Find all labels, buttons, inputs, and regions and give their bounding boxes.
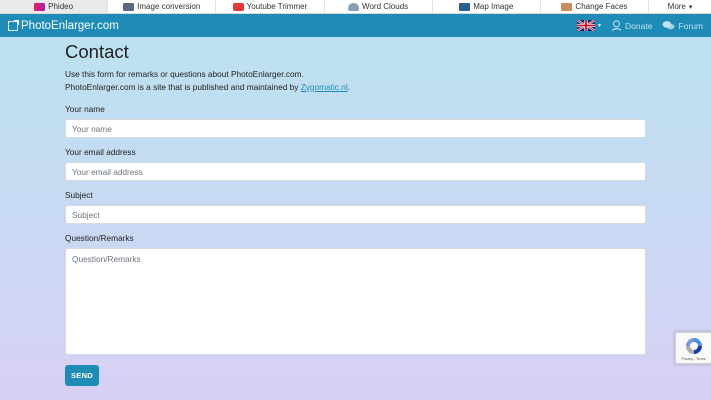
site-link-label: Image conversion [137,2,201,11]
recaptcha-badge[interactable]: Privacy - Terms [675,332,711,364]
recaptcha-icon [685,338,702,354]
subject-input[interactable] [65,205,646,224]
site-link-map-image[interactable]: Map Image [433,0,541,13]
email-label: Your email address [65,147,136,157]
send-button[interactable]: SEND [65,365,99,386]
site-link-label: Phideo [48,2,74,11]
site-link-youtube-trimmer[interactable]: Youtube Trimmer [216,0,325,13]
chevron-down-icon: ▾ [598,23,602,29]
map-icon [459,2,471,11]
intro-suffix: . [347,81,351,92]
intro-line-2: PhotoEnlarger.com is a site that is publ… [65,81,646,94]
site-switcher-bar: Phideo Image conversion Youtube Trimmer … [0,0,711,14]
page-title: Contact [65,41,129,62]
image-conversion-icon [123,2,135,11]
contact-section: Contact Use this form for remarks or que… [65,40,646,386]
intro-prefix: PhotoEnlarger.com is a site that is publ… [65,81,301,92]
site-link-label: Youtube Trimmer [246,2,308,11]
intro-line-1: Use this form for remarks or questions a… [65,69,304,79]
intro-text: Use this form for remarks or questions a… [65,68,646,93]
name-label: Your name [65,104,105,114]
site-link-label: Change Faces [575,2,628,11]
donate-link[interactable]: Donate [611,20,652,31]
uk-flag-icon [577,20,595,31]
recaptcha-links[interactable]: Privacy - Terms [681,357,705,361]
donate-icon [611,20,622,31]
name-input[interactable] [65,119,646,138]
forum-link[interactable]: Forum [662,20,703,31]
enlarge-logo-icon [8,19,19,31]
phideo-icon [34,2,46,11]
chevron-down-icon: ▾ [688,3,693,11]
site-link-image-conversion[interactable]: Image conversion [108,0,217,13]
email-input[interactable] [65,162,646,181]
remarks-label: Question/Remarks [65,233,134,243]
site-link-change-faces[interactable]: Change Faces [541,0,650,13]
site-link-phideo[interactable]: Phideo [0,0,109,13]
forum-label: Forum [678,20,703,31]
site-link-word-clouds[interactable]: Word Clouds [325,0,433,13]
brand-name: PhotoEnlarger.com [21,19,119,32]
face-icon [561,2,573,11]
main-navbar: PhotoEnlarger.com ▾ Donate Forum [0,14,711,37]
more-menu[interactable]: More ▾ [649,0,711,13]
remarks-textarea[interactable] [65,248,646,355]
youtube-icon [232,2,244,11]
donate-label: Donate [625,20,653,31]
forum-icon [662,21,675,30]
cloud-icon [348,2,360,11]
more-menu-label: More [667,2,686,11]
zygomatic-link[interactable]: Zygomatic.nl [301,82,348,92]
site-link-label: Map Image [473,2,514,11]
brand-link[interactable]: PhotoEnlarger.com [8,19,119,32]
language-selector[interactable]: ▾ [577,20,601,31]
site-link-label: Word Clouds [362,2,409,11]
subject-label: Subject [65,190,93,200]
